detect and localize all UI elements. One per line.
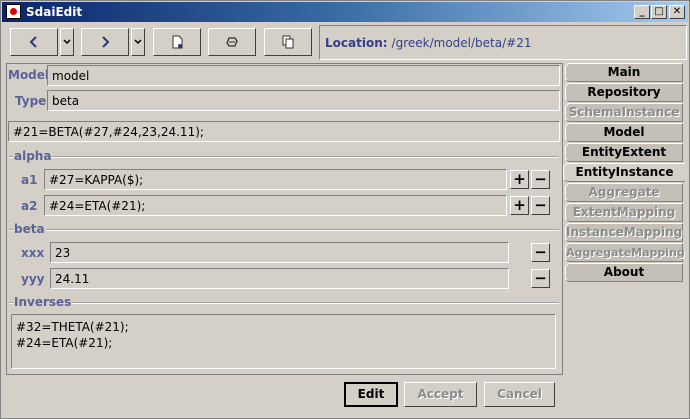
a1-add-button[interactable]: + — [510, 170, 529, 189]
location-bar: Location: /greek/model/beta/#21 — [319, 25, 687, 60]
forward-history-dropdown[interactable] — [131, 28, 145, 56]
tab-aggregatemapping[interactable]: AggregateMapping — [565, 243, 685, 262]
a1-remove-button[interactable]: − — [531, 170, 550, 189]
beta-group-title: beta — [13, 222, 46, 236]
a1-field[interactable]: #27=KAPPA($); — [44, 169, 507, 190]
app-window: SdaiEdit _ □ ✕ Location: /greek/model/be… — [0, 0, 690, 419]
app-icon — [6, 4, 21, 19]
inverse-item[interactable]: #32=THETA(#21); — [16, 319, 551, 335]
minimize-button[interactable]: _ — [634, 5, 650, 19]
title-bar[interactable]: SdaiEdit _ □ ✕ — [2, 2, 688, 22]
forward-arrow-icon — [102, 36, 110, 48]
model-field: model — [47, 65, 560, 86]
back-button[interactable] — [10, 28, 58, 56]
tab-instancemapping[interactable]: InstanceMapping — [565, 223, 683, 242]
back-history-dropdown[interactable] — [60, 28, 74, 56]
forward-button[interactable] — [81, 28, 129, 56]
close-button[interactable]: ✕ — [669, 5, 685, 19]
cancel-button[interactable]: Cancel — [484, 382, 555, 407]
refresh-icon — [226, 37, 238, 47]
tab-schemainstance[interactable]: SchemaInstance — [565, 103, 683, 122]
back-arrow-icon — [29, 36, 37, 48]
accept-button[interactable]: Accept — [404, 382, 477, 407]
xxx-field[interactable]: 23 — [50, 242, 509, 263]
beta-group-border — [9, 229, 559, 231]
a2-label: a2 — [21, 199, 38, 213]
a2-field[interactable]: #24=ETA(#21); — [44, 195, 507, 216]
tab-entityinstance[interactable]: EntityInstance — [563, 163, 685, 182]
tab-main[interactable]: Main — [565, 63, 683, 82]
a2-remove-button[interactable]: − — [531, 196, 550, 215]
tab-extentmapping[interactable]: ExtentMapping — [565, 203, 683, 222]
location-label: Location: — [325, 35, 388, 50]
alpha-group-title: alpha — [13, 149, 53, 163]
inverses-list: #32=THETA(#21); #24=ETA(#21); — [11, 314, 556, 369]
refresh-button[interactable] — [208, 28, 256, 56]
instance-text: #21=BETA(#27,#24,23,24.11); — [8, 121, 560, 142]
type-field: beta — [47, 90, 560, 111]
new-button[interactable] — [153, 28, 201, 56]
tab-about[interactable]: About — [565, 263, 683, 282]
copy-button[interactable] — [264, 28, 312, 56]
xxx-label: xxx — [21, 246, 45, 260]
entity-instance-panel: Model model Type beta #21=BETA(#27,#24,2… — [6, 63, 563, 375]
maximize-button[interactable]: □ — [651, 5, 667, 19]
tab-model[interactable]: Model — [565, 123, 683, 142]
inverses-group-border — [9, 302, 559, 304]
alpha-group-border — [9, 156, 559, 158]
yyy-remove-button[interactable]: − — [531, 269, 550, 288]
tab-entityextent[interactable]: EntityExtent — [565, 143, 683, 162]
yyy-label: yyy — [21, 272, 45, 286]
edit-button[interactable]: Edit — [344, 382, 398, 407]
yyy-field[interactable]: 24.11 — [50, 268, 509, 289]
model-label: Model — [8, 68, 50, 82]
copy-icon — [282, 35, 294, 49]
xxx-remove-button[interactable]: − — [531, 243, 550, 262]
tab-repository[interactable]: Repository — [565, 83, 683, 102]
location-path[interactable]: /greek/model/beta/#21 — [392, 36, 532, 50]
inverses-group-title: Inverses — [13, 295, 73, 309]
type-label: Type — [15, 94, 47, 108]
window-title: SdaiEdit — [26, 5, 83, 19]
new-document-icon — [172, 35, 183, 49]
a1-label: a1 — [21, 173, 38, 187]
tab-aggregate[interactable]: Aggregate — [565, 183, 683, 202]
a2-add-button[interactable]: + — [510, 196, 529, 215]
chevron-down-icon — [134, 39, 142, 45]
chevron-down-icon — [63, 39, 71, 45]
inverse-item[interactable]: #24=ETA(#21); — [16, 335, 551, 351]
